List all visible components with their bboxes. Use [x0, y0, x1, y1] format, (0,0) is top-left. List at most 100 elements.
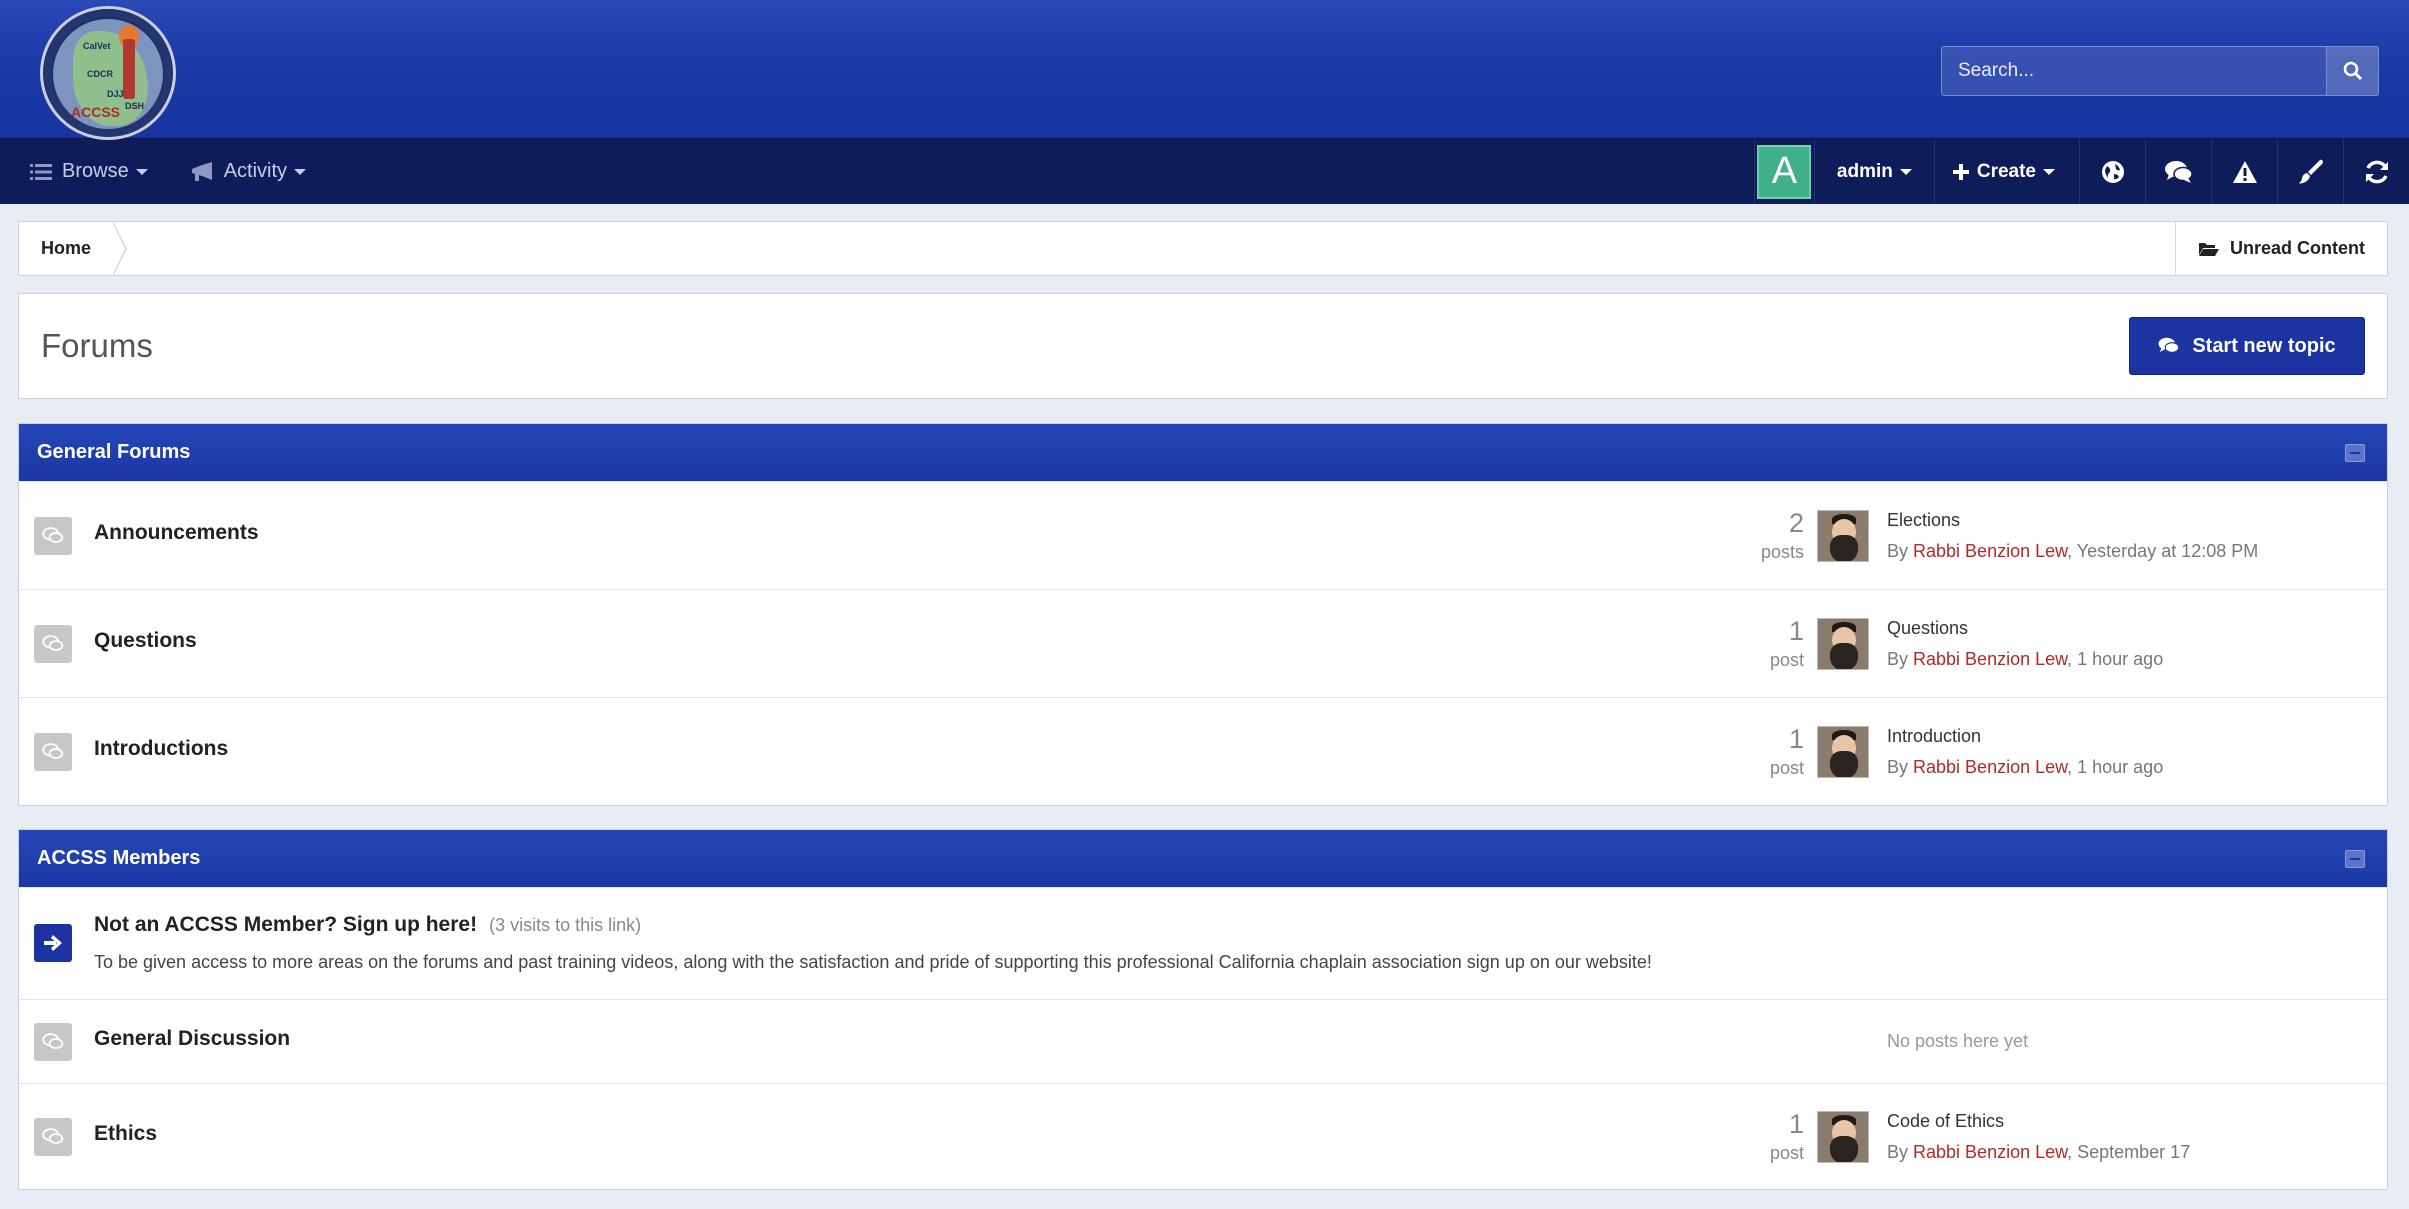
redirect-forum-link[interactable]: Not an ACCSS Member? Sign up here! (3 vis… [94, 913, 641, 937]
theme-button[interactable] [2277, 139, 2343, 204]
post-count-label: posts [1760, 542, 1804, 562]
logo-text: ACCSS [71, 104, 121, 120]
avatar-letter: A [1757, 144, 1812, 199]
page-title: Forums [41, 327, 153, 364]
start-new-topic-label: Start new topic [2192, 334, 2336, 357]
activity-label: Activity [223, 160, 288, 182]
forum-title-link[interactable]: Announcements [94, 521, 259, 545]
forum-comments-icon [34, 1023, 72, 1061]
author-link[interactable]: Rabbi Benzion Lew [1913, 541, 2067, 561]
forum-row: General Discussion No posts here yet [19, 999, 2387, 1083]
post-count-number: 1 [1788, 1109, 1804, 1139]
unread-content-link[interactable]: Unread Content [2175, 222, 2387, 275]
forum-comments-icon [34, 625, 72, 663]
comments-icon [2158, 337, 2180, 353]
category-header: General Forums [19, 424, 2387, 481]
browse-menu[interactable]: Browse [30, 160, 148, 183]
site-logo[interactable]: CalVet CDCR DSH DJJ ACCSS [40, 6, 176, 140]
post-time: , 1 hour ago [2067, 757, 2164, 777]
redirect-forum-row: Not an ACCSS Member? Sign up here! (3 vis… [19, 887, 2387, 999]
author-photo[interactable] [1817, 726, 1869, 778]
post-count-number: 1 [1788, 616, 1804, 646]
last-post-title-link[interactable]: Introduction [1887, 726, 2163, 747]
post-count: 1 post [1724, 724, 1804, 779]
post-count-label: post [1769, 1143, 1804, 1163]
category-general-forums: General Forums Announcements 2 posts Ele… [18, 423, 2388, 806]
chevron-down-icon [294, 168, 307, 175]
paintbrush-icon [2298, 159, 2323, 183]
author-link[interactable]: Rabbi Benzion Lew [1913, 1142, 2067, 1162]
author-link[interactable]: Rabbi Benzion Lew [1913, 757, 2067, 777]
logo-text: DSH [125, 101, 145, 111]
globe-icon [2101, 160, 2124, 183]
search-icon [2343, 61, 2362, 81]
breadcrumb-home-label: Home [41, 238, 92, 258]
forum-row: Questions 1 post Questions By Rabbi Benz… [19, 589, 2387, 697]
category-header: ACCSS Members [19, 830, 2387, 887]
post-count: 1 post [1724, 616, 1804, 671]
site-header: CalVet CDCR DSH DJJ ACCSS [0, 0, 2409, 140]
last-post-title-link[interactable]: Questions [1887, 618, 2163, 639]
breadcrumb-home[interactable]: Home [19, 221, 128, 277]
forum-comments-icon [34, 517, 72, 555]
comments-icon [2164, 160, 2193, 183]
search-button[interactable] [2326, 47, 2378, 95]
bullhorn-icon [191, 161, 212, 181]
redirect-forum-description: To be given access to more areas on the … [94, 952, 1652, 972]
main-nav: Browse Activity A admin Create [0, 138, 2409, 204]
post-count-number: 2 [1788, 508, 1804, 538]
last-post-info: Introduction By Rabbi Benzion Lew, 1 hou… [1887, 726, 2163, 778]
globe-button[interactable] [2079, 139, 2145, 204]
post-count-label: post [1769, 758, 1804, 778]
forum-row: Ethics 1 post Code of Ethics By Rabbi Be… [19, 1083, 2387, 1189]
user-menu[interactable]: admin [1813, 139, 1934, 204]
forum-title-link[interactable]: Ethics [94, 1122, 157, 1146]
forum-comments-icon [34, 733, 72, 771]
post-time: , September 17 [2067, 1142, 2191, 1162]
start-new-topic-button[interactable]: Start new topic [2129, 317, 2365, 375]
arrow-right-icon [34, 924, 72, 962]
forum-comments-icon [34, 1118, 72, 1156]
search-input[interactable] [1942, 47, 2326, 95]
alerts-button[interactable] [2211, 139, 2277, 204]
category-title: General Forums [37, 441, 191, 463]
author-photo[interactable] [1817, 1111, 1869, 1163]
by-label: By [1887, 541, 1914, 561]
author-photo[interactable] [1817, 510, 1869, 562]
page-header: Forums Start new topic [18, 293, 2388, 399]
post-count-number: 1 [1788, 724, 1804, 754]
search-box [1941, 46, 2379, 96]
collapse-toggle-icon[interactable] [2345, 850, 2365, 868]
last-post-info: Code of Ethics By Rabbi Benzion Lew, Sep… [1887, 1111, 2190, 1163]
logo-text: DJJ [107, 89, 124, 99]
plus-icon [1952, 163, 1969, 180]
chevron-down-icon [135, 168, 148, 175]
forum-row: Introductions 1 post Introduction By Rab… [19, 697, 2387, 805]
chevron-down-icon [2043, 168, 2055, 175]
last-post-title-link[interactable]: Elections [1887, 510, 2258, 531]
post-count: 2 posts [1724, 508, 1804, 563]
post-time: , Yesterday at 12:08 PM [2067, 541, 2259, 561]
folder-open-icon [2199, 242, 2219, 256]
author-photo[interactable] [1817, 618, 1869, 670]
forum-title-link[interactable]: General Discussion [94, 1027, 290, 1051]
by-label: By [1887, 1142, 1914, 1162]
post-count-label: post [1769, 650, 1804, 670]
user-avatar[interactable]: A [1753, 139, 1814, 204]
last-post-title-link[interactable]: Code of Ethics [1887, 1111, 2190, 1132]
post-time: , 1 hour ago [2067, 649, 2164, 669]
create-label: Create [1976, 160, 2036, 182]
forum-title-link[interactable]: Questions [94, 629, 197, 653]
collapse-toggle-icon[interactable] [2345, 444, 2365, 462]
activity-menu[interactable]: Activity [190, 160, 307, 183]
messages-button[interactable] [2145, 139, 2211, 204]
create-menu[interactable]: Create [1933, 139, 2079, 204]
by-label: By [1887, 757, 1914, 777]
last-post-info: Questions By Rabbi Benzion Lew, 1 hour a… [1887, 618, 2163, 670]
forum-title-link[interactable]: Introductions [94, 737, 228, 761]
category-accss-members: ACCSS Members Not an ACCSS Member? Sign … [18, 829, 2388, 1190]
breadcrumb: Home Unread Content [18, 221, 2388, 277]
author-link[interactable]: Rabbi Benzion Lew [1913, 649, 2067, 669]
logo-text: CalVet [83, 41, 111, 51]
refresh-button[interactable] [2343, 139, 2409, 204]
